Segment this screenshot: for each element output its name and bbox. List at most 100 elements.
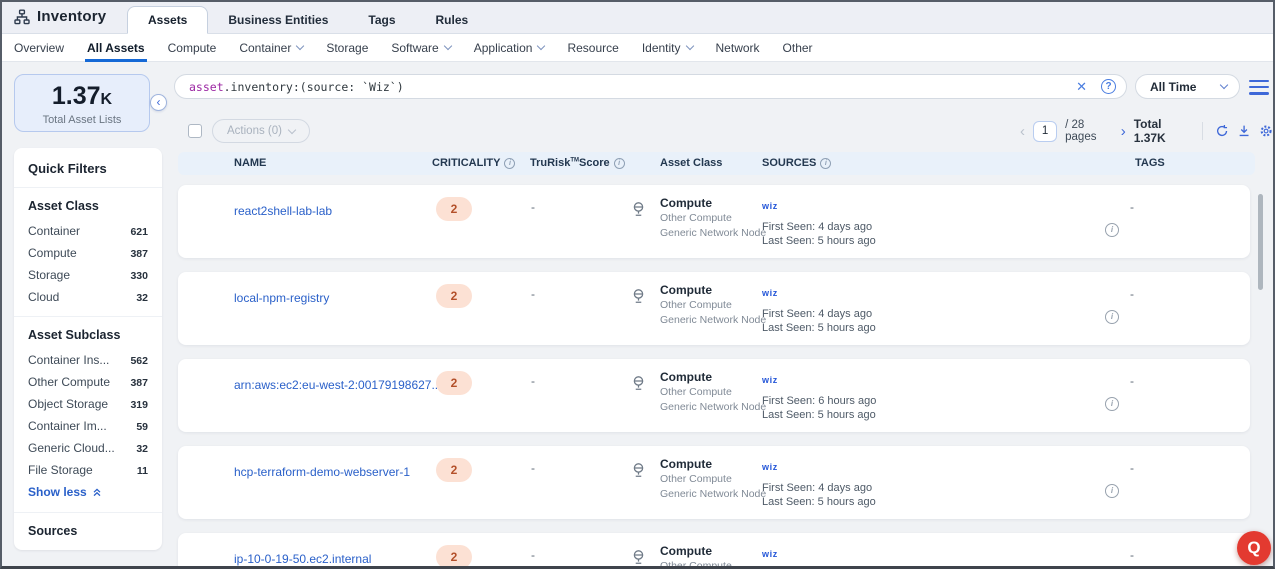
select-all-checkbox[interactable]: [188, 124, 202, 138]
filter-generic-cloud[interactable]: Generic Cloud...32: [28, 441, 148, 455]
info-icon[interactable]: i: [1105, 484, 1119, 498]
tab-tags[interactable]: Tags: [348, 6, 415, 34]
first-seen-label: First Seen: 4 days ago: [762, 220, 876, 234]
tab-assets[interactable]: Assets: [127, 6, 208, 34]
column-header-trurisk-score[interactable]: TruRiskTMScorei: [530, 157, 625, 169]
asset-name-link[interactable]: react2shell-lab-lab: [234, 204, 332, 218]
last-seen-label: Last Seen: 5 hours ago: [762, 495, 876, 509]
subnav-application[interactable]: Application: [474, 34, 545, 62]
page-title: Inventory: [37, 8, 106, 25]
column-header-tags[interactable]: TAGS: [1135, 157, 1165, 169]
wiz-source-logo[interactable]: wiz: [762, 549, 778, 559]
actions-button[interactable]: Actions (0): [212, 119, 310, 143]
subnav-other[interactable]: Other: [783, 34, 813, 62]
clear-query-icon[interactable]: ✕: [1076, 79, 1087, 95]
sidebar-collapse-button[interactable]: ‹: [150, 94, 167, 111]
column-header-name[interactable]: NAME: [234, 157, 266, 169]
column-header-criticality[interactable]: CRITICALITYi: [432, 157, 515, 169]
query-text: asset.inventory:(source: `Wiz`): [189, 80, 1076, 94]
double-chevron-up-icon: [92, 487, 102, 497]
sources-cell: wiz First Seen: 6 hours ago Last Seen: 5…: [762, 375, 876, 422]
asset-class-cell: Compute Other Compute Generic Network No…: [660, 196, 766, 240]
filter-file-storage[interactable]: File Storage11: [28, 463, 148, 477]
tags-value: -: [1130, 374, 1134, 388]
subnav-overview[interactable]: Overview: [14, 34, 64, 62]
table-row[interactable]: ip-10-0-19-50.ec2.internal 2 - Compute O…: [178, 533, 1250, 569]
tags-value: -: [1130, 548, 1134, 562]
table-row[interactable]: hcp-terraform-demo-webserver-1 2 - Compu…: [178, 446, 1250, 519]
column-header-sources[interactable]: SOURCESi: [762, 157, 831, 169]
subnav-container[interactable]: Container: [239, 34, 303, 62]
network-node-icon: [630, 375, 647, 392]
table-scrollbar[interactable]: [1258, 194, 1263, 290]
filter-container-image[interactable]: Container Im...59: [28, 419, 148, 433]
toolbar-divider: [1202, 122, 1203, 140]
tab-rules[interactable]: Rules: [416, 6, 489, 34]
asset-class-cell: Compute Other Compute Generic Network No…: [660, 457, 766, 501]
tab-business-entities[interactable]: Business Entities: [208, 6, 348, 34]
info-icon[interactable]: i: [1105, 310, 1119, 324]
table-row[interactable]: local-npm-registry 2 - Compute Other Com…: [178, 272, 1250, 345]
refresh-icon[interactable]: [1215, 123, 1229, 139]
next-page-icon[interactable]: ›: [1121, 123, 1126, 140]
query-input[interactable]: asset.inventory:(source: `Wiz`) ✕ ?: [174, 74, 1127, 99]
info-icon[interactable]: i: [504, 158, 515, 169]
info-icon[interactable]: i: [1105, 223, 1119, 237]
total-assets-value: 1.37K: [15, 83, 149, 113]
sources-cell: wiz First Seen: 4 days ago Last Seen: 5 …: [762, 462, 876, 509]
subnav-resource[interactable]: Resource: [567, 34, 618, 62]
subnav-network[interactable]: Network: [716, 34, 760, 62]
total-count-label: Total 1.37K: [1134, 117, 1190, 145]
last-seen-label: Last Seen: 5 hours ago: [762, 234, 876, 248]
subnav-software[interactable]: Software: [391, 34, 450, 62]
chevron-down-icon: [685, 42, 693, 50]
page-number-input[interactable]: 1: [1033, 121, 1057, 142]
filter-cloud[interactable]: Cloud32: [28, 290, 148, 304]
filter-container[interactable]: Container621: [28, 224, 148, 238]
filter-object-storage[interactable]: Object Storage319: [28, 397, 148, 411]
subnav-storage[interactable]: Storage: [326, 34, 368, 62]
last-seen-label: Last Seen: 5 hours ago: [762, 321, 876, 335]
filter-container-instance[interactable]: Container Ins...562: [28, 353, 148, 367]
wiz-source-logo[interactable]: wiz: [762, 462, 876, 472]
qualys-help-button[interactable]: Q: [1237, 531, 1271, 565]
download-icon[interactable]: [1237, 123, 1251, 139]
asset-name-link[interactable]: hcp-terraform-demo-webserver-1: [234, 465, 410, 479]
filter-source-wiz[interactable]: Wiz1.37K: [28, 549, 148, 550]
info-icon[interactable]: i: [614, 158, 625, 169]
asset-name-link[interactable]: arn:aws:ec2:eu-west-2:00179198627...: [234, 378, 441, 392]
subnav-all-assets[interactable]: All Assets: [87, 34, 145, 62]
show-less-link[interactable]: Show less: [28, 485, 148, 499]
trurisk-value: -: [531, 200, 535, 214]
filter-storage[interactable]: Storage330: [28, 268, 148, 282]
chevron-down-icon: [443, 42, 451, 50]
chevron-down-icon: [1220, 81, 1228, 89]
subnav-compute[interactable]: Compute: [168, 34, 217, 62]
table-row[interactable]: react2shell-lab-lab 2 - Compute Other Co…: [178, 185, 1250, 258]
info-icon[interactable]: i: [820, 158, 831, 169]
column-header-asset-class[interactable]: Asset Class: [660, 157, 722, 169]
query-help-icon[interactable]: ?: [1101, 79, 1116, 94]
settings-gear-icon[interactable]: [1259, 123, 1273, 139]
table-row[interactable]: arn:aws:ec2:eu-west-2:00179198627... 2 -…: [178, 359, 1250, 432]
asset-name-link[interactable]: ip-10-0-19-50.ec2.internal: [234, 552, 371, 566]
prev-page-icon[interactable]: ‹: [1020, 123, 1025, 140]
filter-section-asset-subclass: Asset Subclass Container Ins...562 Other…: [14, 317, 162, 513]
asset-name-link[interactable]: local-npm-registry: [234, 291, 329, 305]
wiz-source-logo[interactable]: wiz: [762, 375, 876, 385]
chevron-down-icon: [288, 125, 296, 133]
subnav-identity[interactable]: Identity: [642, 34, 693, 62]
trurisk-value: -: [531, 461, 535, 475]
filter-compute[interactable]: Compute387: [28, 246, 148, 260]
wiz-source-logo[interactable]: wiz: [762, 288, 876, 298]
chevron-down-icon: [296, 42, 304, 50]
chevron-down-icon: [537, 42, 545, 50]
info-icon[interactable]: i: [1105, 397, 1119, 411]
wiz-source-logo[interactable]: wiz: [762, 201, 876, 211]
table-header: NAME CRITICALITYi TruRiskTMScorei Asset …: [178, 152, 1255, 175]
time-range-select[interactable]: All Time: [1135, 74, 1240, 99]
filter-other-compute[interactable]: Other Compute387: [28, 375, 148, 389]
criticality-badge: 2: [436, 458, 472, 482]
menu-icon[interactable]: [1249, 80, 1269, 95]
filter-section-sources: Sources Wiz1.37K MS Defender24: [14, 513, 162, 550]
